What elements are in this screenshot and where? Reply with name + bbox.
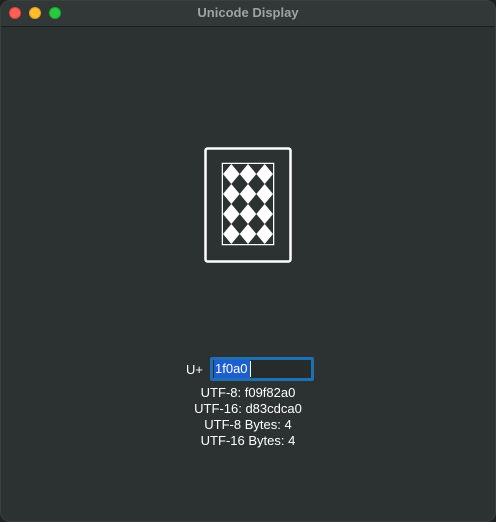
code-point-prefix-label: U+ xyxy=(186,362,203,377)
playing-card-back-icon xyxy=(204,147,293,264)
utf8-byte-count: UTF-8 Bytes: 4 xyxy=(204,417,292,432)
window-title: Unicode Display xyxy=(197,5,299,20)
utf8-encoding: UTF-8: f09f82a0 xyxy=(200,385,296,400)
utf16-encoding: UTF-16: d83cdca0 xyxy=(194,401,302,416)
utf16-byte-count: UTF-16 Bytes: 4 xyxy=(200,433,296,448)
unicode-display-window: Unicode Display U+ 1f0a0 UTF-8: f09f82a0… xyxy=(0,0,496,522)
code-point-row: U+ 1f0a0 xyxy=(1,357,495,383)
title-bar[interactable]: Unicode Display xyxy=(1,1,495,27)
encoding-info: UTF-8: f09f82a0 UTF-16: d83cdca0 UTF-8 B… xyxy=(1,385,495,449)
code-point-input[interactable] xyxy=(210,357,314,381)
